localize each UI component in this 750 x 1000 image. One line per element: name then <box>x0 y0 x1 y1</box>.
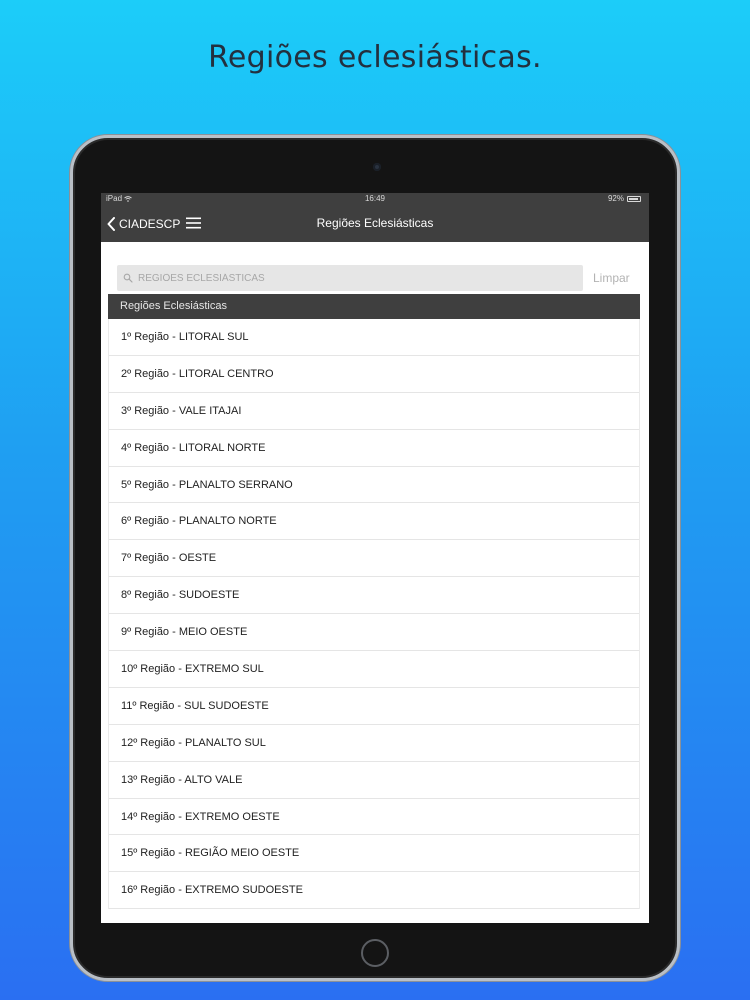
battery-level-fill <box>629 198 639 200</box>
list-item-region[interactable]: 14º Região - EXTREMO OESTE <box>109 799 639 836</box>
search-icon <box>123 273 133 283</box>
chevron-left-icon <box>107 216 115 231</box>
marketing-headline: Regiões eclesiásticas. <box>208 40 542 75</box>
clear-button[interactable]: Limpar <box>593 265 630 291</box>
list-item-region[interactable]: 3º Região - VALE ITAJAI <box>109 393 639 430</box>
battery-icon <box>627 196 641 202</box>
search-row: Limpar <box>117 265 637 291</box>
front-camera <box>373 163 381 171</box>
status-battery: 92% <box>608 193 641 205</box>
list-item-region[interactable]: 7º Região - OESTE <box>109 540 639 578</box>
hamburger-menu-icon[interactable] <box>186 217 201 229</box>
list-item-region[interactable]: 5º Região - PLANALTO SERRANO <box>109 467 639 504</box>
search-input[interactable] <box>138 272 568 284</box>
battery-percent: 92% <box>607 194 624 203</box>
ipad-device-frame: iPad 16:49 92% CIADESCP Regiões Eclesiás… <box>70 135 680 981</box>
list-item-region[interactable]: 1º Região - LITORAL SUL <box>109 319 639 356</box>
search-box[interactable] <box>117 265 583 291</box>
status-time: 16:49 <box>364 194 386 203</box>
list-item-region[interactable]: 10º Região - EXTREMO SUL <box>109 651 639 688</box>
list-item-region[interactable]: 9º Região - MEIO OESTE <box>109 614 639 652</box>
back-button-label: CIADESCP <box>119 216 181 231</box>
app-screen: iPad 16:49 92% CIADESCP Regiões Eclesiás… <box>101 193 649 923</box>
list-item-region[interactable]: 4º Região - LITORAL NORTE <box>109 430 639 467</box>
status-bar: iPad 16:49 92% <box>101 193 649 205</box>
list-item-region[interactable]: 11º Região - SUL SUDOESTE <box>109 688 639 725</box>
navigation-bar: CIADESCP Regiões Eclesiásticas <box>101 205 649 242</box>
list-item-region[interactable]: 15º Região - REGIÃO MEIO OESTE <box>109 835 639 873</box>
list-item-region[interactable]: 16º Região - EXTREMO SUDOESTE <box>109 872 639 910</box>
list-item-region[interactable]: 13º Região - ALTO VALE <box>109 762 639 799</box>
page-title: Regiões Eclesiásticas <box>316 216 434 230</box>
back-button[interactable]: CIADESCP <box>107 205 180 242</box>
list-item-region[interactable]: 6º Região - PLANALTO NORTE <box>109 503 639 541</box>
list-item-region[interactable]: 2º Região - LITORAL CENTRO <box>109 356 639 393</box>
list-item-region[interactable]: 8º Região - SUDOESTE <box>109 577 639 615</box>
region-list: 1º Região - LITORAL SUL 2º Região - LITOR… <box>108 319 640 910</box>
section-header: Regiões Eclesiásticas <box>108 294 640 319</box>
list-item-region[interactable]: 12º Região - PLANALTO SUL <box>109 725 639 762</box>
home-button[interactable] <box>361 939 389 967</box>
